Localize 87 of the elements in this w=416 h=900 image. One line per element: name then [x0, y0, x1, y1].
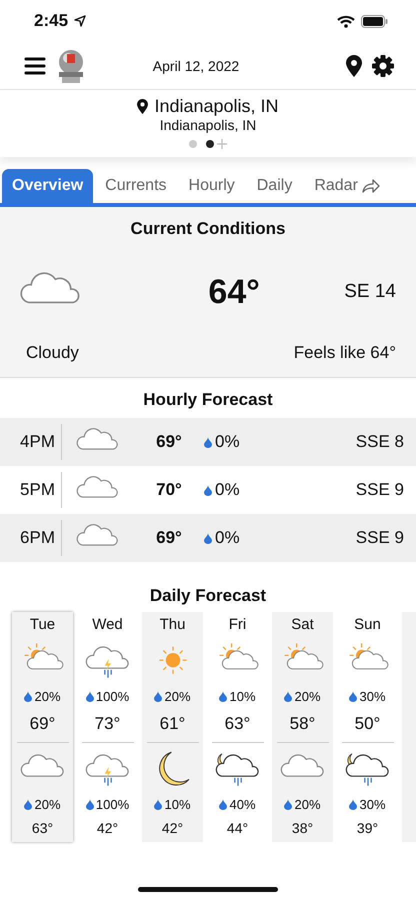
low-temperature: 44°	[226, 820, 248, 836]
feels-like-label: Feels like 64°	[294, 343, 396, 363]
section-title: Current Conditions	[130, 218, 286, 240]
precip-chance: 10%	[164, 797, 191, 812]
drop-icon	[154, 691, 162, 702]
wind-reading: SSE 8	[354, 432, 405, 452]
day-name: Wed	[92, 616, 123, 633]
wind-reading: SE 14	[344, 281, 396, 303]
low-temperature: 39°	[356, 820, 378, 836]
drop-icon	[86, 691, 94, 702]
precip-chance: 20%	[34, 797, 61, 812]
drop-icon	[24, 799, 32, 810]
tab[interactable]: Hourly	[178, 169, 245, 203]
drop-icon	[349, 799, 358, 810]
drop-icon	[204, 484, 212, 496]
hour-label: 6PM	[0, 520, 62, 556]
precip-chance: 40%	[229, 797, 256, 812]
high-temperature: 63°	[224, 714, 250, 734]
precip-chance: 100%	[96, 797, 130, 812]
precip-chance: 20%	[164, 689, 191, 704]
high-temperature: 69°	[30, 714, 56, 734]
hour-temperature: 69°	[155, 432, 183, 452]
drop-icon	[219, 691, 228, 702]
high-temperature: 61°	[160, 714, 186, 734]
precip-chance: 0%	[215, 528, 240, 548]
drop-icon	[219, 799, 228, 810]
section-title: Daily Forecast	[148, 585, 268, 607]
logo-icon	[56, 48, 86, 84]
precip-chance: 10%	[229, 689, 256, 704]
share-arrow-icon	[362, 179, 380, 193]
menu-icon[interactable]	[24, 56, 46, 74]
settings-icon[interactable]	[372, 54, 394, 76]
section-title: Hourly Forecast	[143, 389, 273, 411]
day-name: Sun	[354, 616, 381, 633]
status-time: 2:45	[34, 11, 68, 31]
page-dot[interactable]	[206, 140, 214, 148]
condition-label: Cloudy	[26, 343, 79, 363]
wind-reading: SSE 9	[354, 528, 405, 548]
low-temperature: 63°	[32, 820, 54, 836]
high-temperature: 58°	[290, 714, 316, 734]
precip-chance: 100%	[96, 689, 130, 704]
high-temperature: 73°	[94, 714, 120, 734]
wifi-icon	[337, 14, 355, 28]
low-temperature: 42°	[96, 820, 118, 836]
hour-label: 5PM	[0, 472, 62, 508]
day-name: Sat	[291, 616, 314, 633]
location-arrow-icon	[74, 15, 86, 27]
day-card[interactable]: Tue 20% 69° 20% 63°	[12, 612, 73, 842]
precip-chance: 20%	[294, 797, 321, 812]
location-subtitle: Indianapolis, IN	[160, 117, 256, 133]
drop-icon	[349, 691, 358, 702]
precip-chance: 20%	[34, 689, 61, 704]
low-temperature: 38°	[292, 820, 314, 836]
drop-icon	[204, 436, 212, 448]
wind-reading: SSE 9	[354, 480, 405, 500]
drop-icon	[154, 799, 162, 810]
hour-temperature: 70°	[155, 480, 183, 500]
current-temperature: 64°	[208, 272, 260, 312]
low-temperature: 42°	[162, 820, 184, 836]
map-pin-icon	[137, 99, 148, 114]
day-card[interactable]: Sat 20% 58° 20% 38°	[272, 612, 333, 842]
location-name: Indianapolis, IN	[154, 96, 279, 117]
precip-chance: 0%	[215, 480, 240, 500]
day-name: Fri	[228, 616, 246, 633]
hour-label: 4PM	[0, 424, 62, 460]
drop-icon	[284, 691, 292, 702]
precip-chance: 30%	[359, 689, 386, 704]
tab[interactable]: Daily	[246, 169, 302, 203]
tab[interactable]: Radar	[304, 169, 390, 203]
battery-icon	[361, 14, 388, 28]
map-pin-icon[interactable]	[346, 54, 362, 76]
drop-icon	[204, 532, 212, 544]
tab[interactable]: Overview	[2, 169, 94, 203]
high-temperature: 50°	[354, 714, 380, 734]
day-card[interactable]: Thu 20% 61° 10% 42°	[142, 612, 203, 842]
drop-icon	[284, 799, 292, 810]
precip-chance: 0%	[215, 432, 240, 452]
hour-temperature: 69°	[155, 528, 183, 548]
day-name: Tue	[30, 616, 56, 633]
precip-chance: 30%	[359, 797, 386, 812]
drop-icon	[24, 691, 32, 702]
precip-chance: 20%	[294, 689, 321, 704]
page-dot[interactable]	[189, 140, 197, 148]
date-label: April 12, 2022	[152, 58, 240, 74]
tab[interactable]: Currents	[95, 169, 177, 203]
day-name: Thu	[160, 616, 186, 633]
drop-icon	[86, 799, 94, 810]
